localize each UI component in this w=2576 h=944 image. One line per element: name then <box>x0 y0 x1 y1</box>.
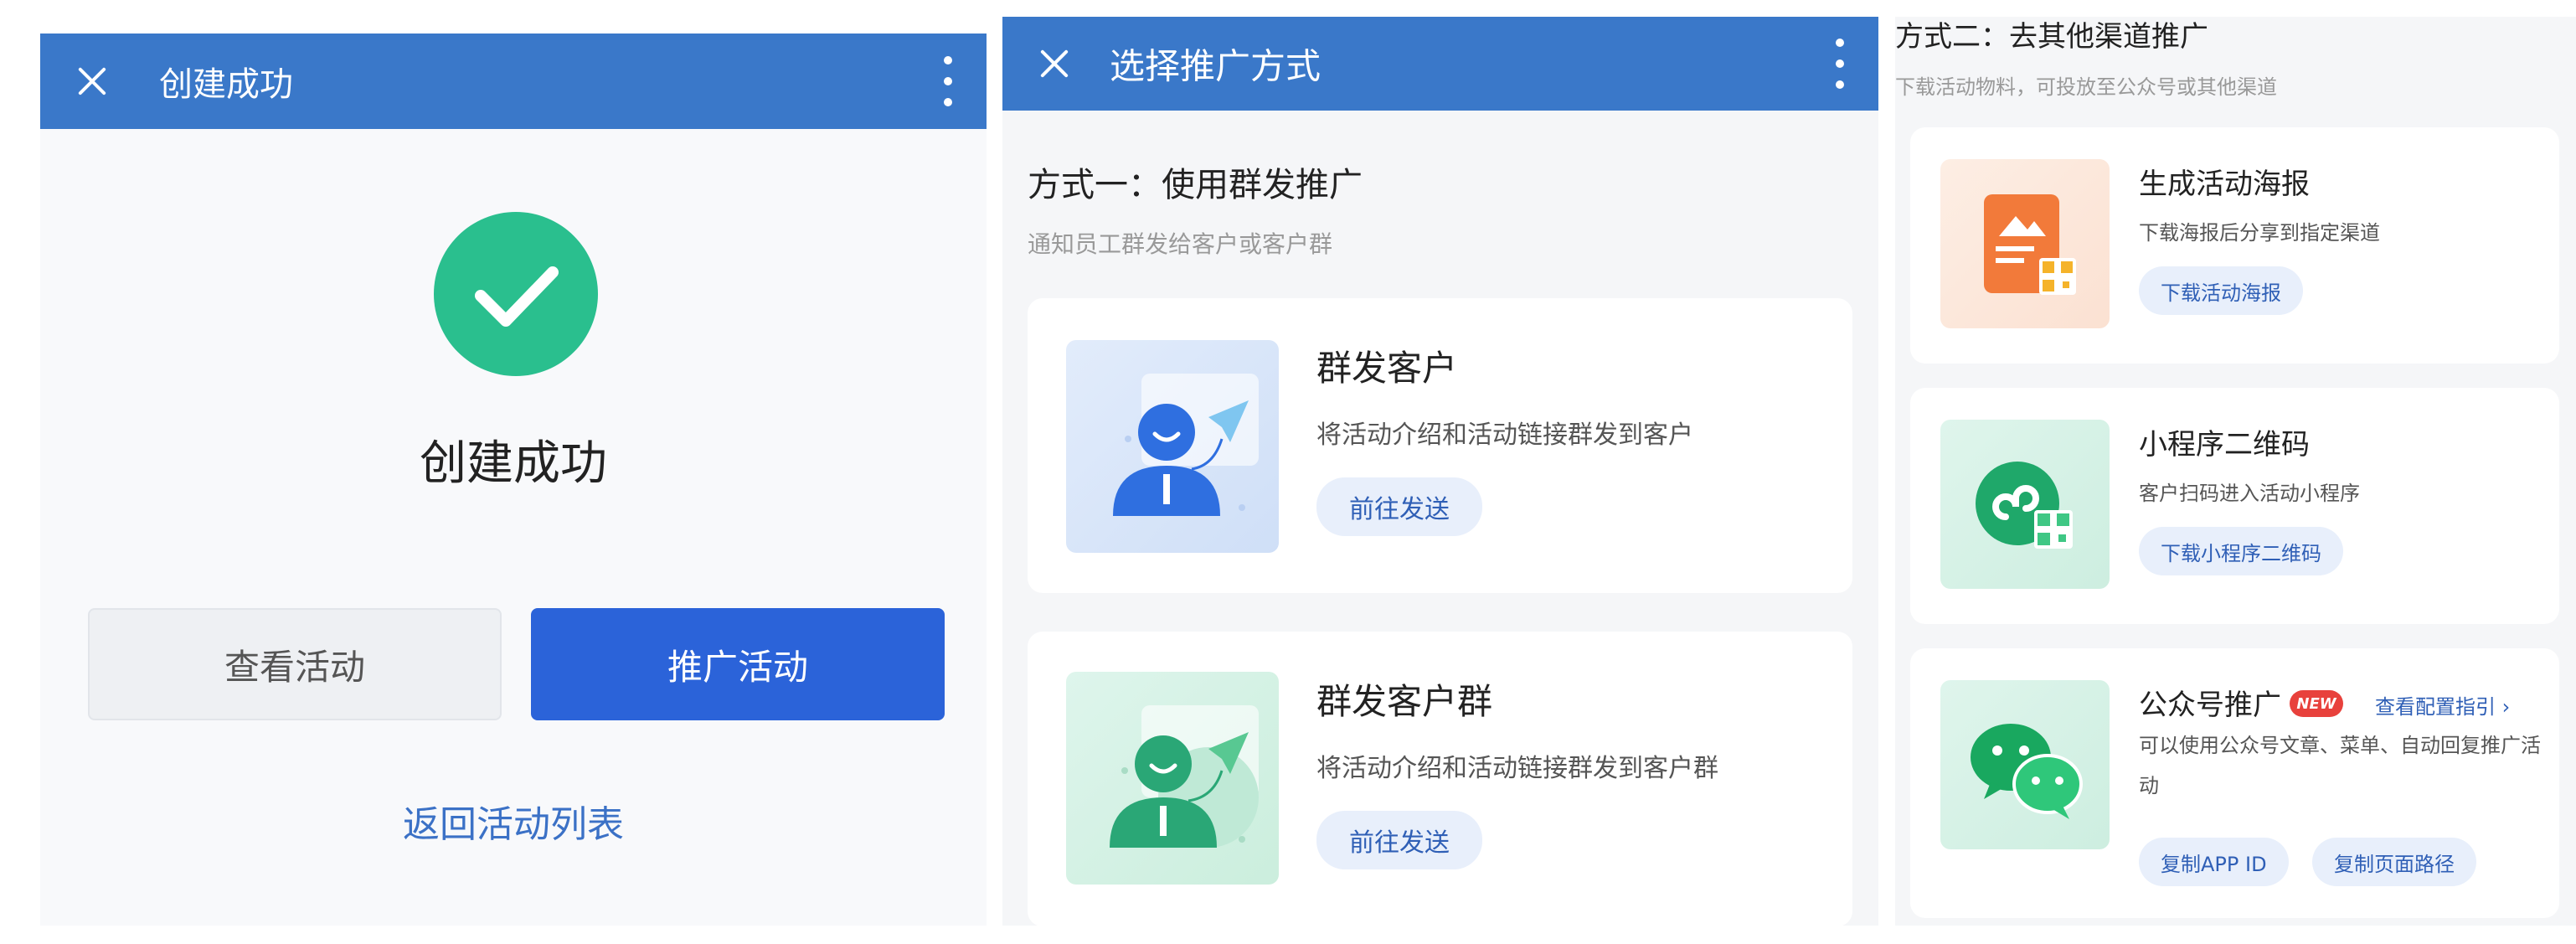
card-desc: 将活动介绍和活动链接群发到客户 <box>1316 420 1693 450</box>
check-icon <box>434 212 598 376</box>
card-title: 生成活动海报 <box>2139 168 2310 201</box>
section-subtitle: 通知员工群发给客户或客户群 <box>1028 230 1333 258</box>
promote-activity-button[interactable]: 推广活动 <box>531 608 945 720</box>
copy-app-id-button[interactable]: 复制APP ID <box>2139 838 2289 886</box>
app-bar: 选择推广方式 <box>1002 17 1878 111</box>
card-desc: 将活动介绍和活动链接群发到客户群 <box>1316 754 1718 783</box>
send-customer-icon <box>1066 340 1279 553</box>
miniprogram-icon <box>1940 420 2110 589</box>
card-desc: 可以使用公众号文章、菜单、自动回复推广活动 <box>2139 734 2541 797</box>
app-bar: 创建成功 <box>40 34 987 129</box>
wechat-icon <box>1940 680 2110 849</box>
send-group-card: 群发客户群 将活动介绍和活动链接群发到客户群 前往发送 <box>1028 632 1852 926</box>
send-group-icon <box>1066 672 1279 885</box>
create-success-screen: 创建成功 创建成功 查看活动 推广活动 返回活动列表 <box>40 34 987 926</box>
card-title: 公众号推广 <box>2139 689 2281 722</box>
card-title: 群发客户 <box>1316 348 1458 389</box>
poster-icon <box>1940 159 2110 328</box>
view-activity-button[interactable]: 查看活动 <box>88 608 502 720</box>
miniprogram-card: 小程序二维码 客户扫码进入活动小程序 下载小程序二维码 <box>1910 388 2559 624</box>
section-title: 方式二：去其他渠道推广 <box>1895 20 2208 54</box>
card-title: 群发客户群 <box>1316 681 1493 722</box>
more-icon[interactable] <box>1835 39 1845 89</box>
page-title: 创建成功 <box>159 65 293 104</box>
card-title: 小程序二维码 <box>2139 428 2310 462</box>
more-icon[interactable] <box>943 56 953 106</box>
success-heading: 创建成功 <box>420 436 607 491</box>
section-subtitle: 下载活动物料，可投放至公众号或其他渠道 <box>1895 75 2277 99</box>
close-icon[interactable] <box>74 63 111 100</box>
close-icon[interactable] <box>1036 45 1073 82</box>
download-poster-button[interactable]: 下载活动海报 <box>2139 266 2303 315</box>
other-channels-screen: 方式二：去其他渠道推广 下载活动物料，可投放至公众号或其他渠道 生成活动海报 下… <box>1895 17 2576 926</box>
page-title: 选择推广方式 <box>1110 45 1321 87</box>
new-badge: NEW <box>2290 690 2343 717</box>
section-title: 方式一：使用群发推广 <box>1028 166 1363 204</box>
card-desc: 下载海报后分享到指定渠道 <box>2139 221 2380 245</box>
config-guide-link[interactable]: 查看配置指引 › <box>2375 690 2510 720</box>
send-customer-button[interactable]: 前往发送 <box>1316 477 1482 536</box>
official-account-card: 公众号推广 NEW 查看配置指引 › 可以使用公众号文章、菜单、自动回复推广活动… <box>1910 648 2559 918</box>
send-group-button[interactable]: 前往发送 <box>1316 811 1482 869</box>
card-desc: 客户扫码进入活动小程序 <box>2139 482 2360 505</box>
send-customer-card: 群发客户 将活动介绍和活动链接群发到客户 前往发送 <box>1028 298 1852 593</box>
poster-card: 生成活动海报 下载海报后分享到指定渠道 下载活动海报 <box>1910 127 2559 364</box>
download-miniprogram-qr-button[interactable]: 下载小程序二维码 <box>2139 527 2343 575</box>
back-to-list-link[interactable]: 返回活动列表 <box>40 794 987 848</box>
choose-promotion-screen: 选择推广方式 方式一：使用群发推广 通知员工群发给客户或客户群 群发客户 将活动… <box>1002 17 1878 926</box>
copy-page-path-button[interactable]: 复制页面路径 <box>2312 838 2476 886</box>
